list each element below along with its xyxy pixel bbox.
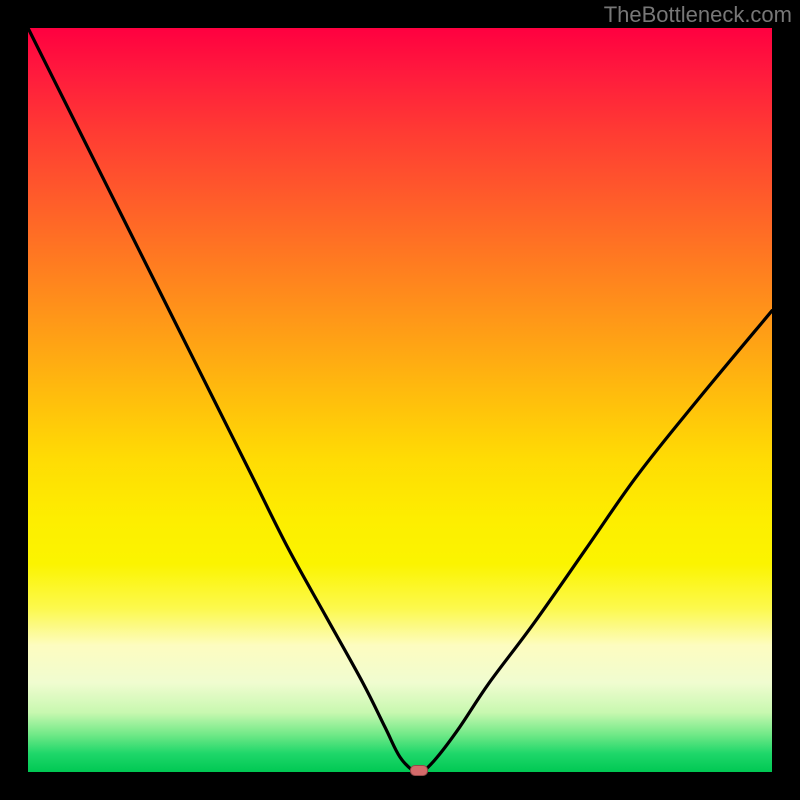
watermark-text: TheBottleneck.com: [604, 2, 792, 28]
bottleneck-curve: [28, 28, 772, 772]
plot-area: [28, 28, 772, 772]
chart-container: TheBottleneck.com: [0, 0, 800, 800]
minimum-marker: [410, 765, 428, 776]
